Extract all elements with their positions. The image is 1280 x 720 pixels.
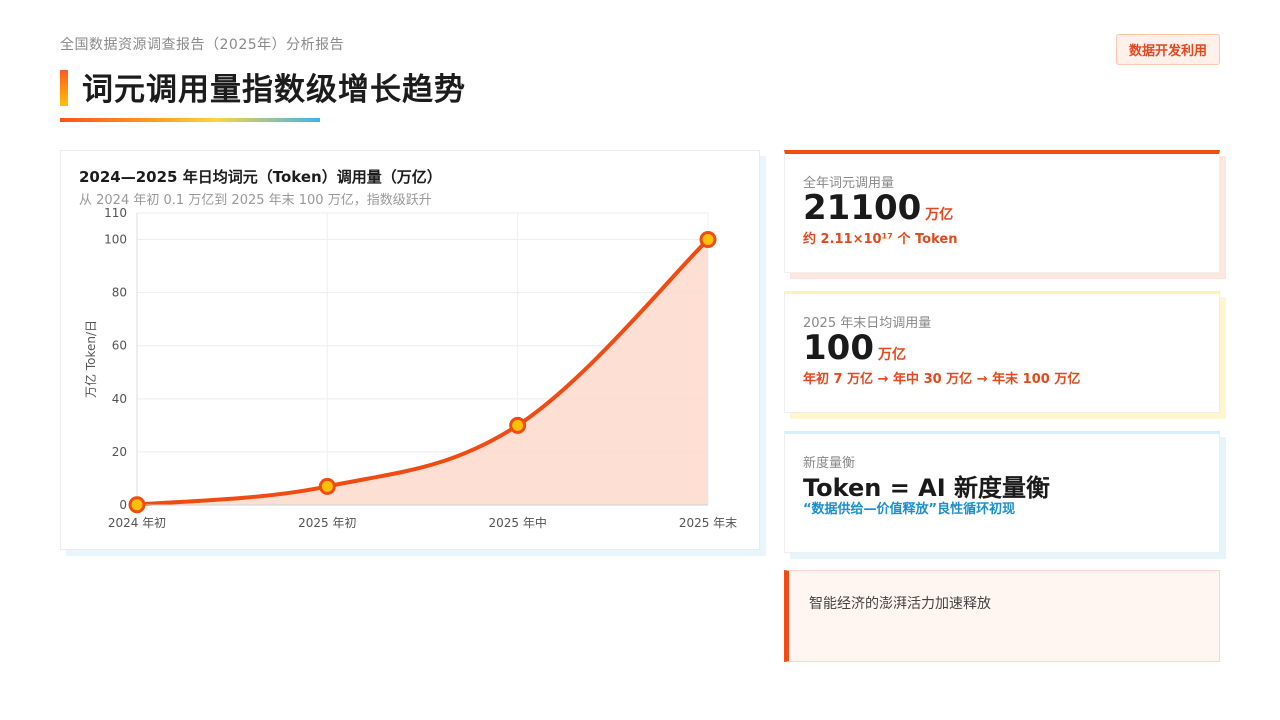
y-tick-label: 110 [104, 206, 127, 220]
y-tick-label: 20 [112, 445, 127, 459]
y-axis-label: 万亿 Token/日 [83, 320, 98, 398]
stat-card-new-measure: 新度量衡 Token = AI 新度量衡 “数据供给—价值释放”良性循环初现 [784, 431, 1220, 553]
x-tick-label: 2025 年中 [488, 515, 546, 530]
y-tick-label: 40 [112, 392, 127, 406]
y-tick-label: 80 [112, 286, 127, 300]
stat-card-daily-end: 2025 年末日均调用量 100 万亿 年初 7 万亿 → 年中 30 万亿 → … [784, 291, 1220, 413]
stat-value: 21100 万亿 [803, 188, 953, 228]
stat-unit: 万亿 [877, 347, 906, 363]
data-point [318, 477, 336, 495]
stat-card-annual-total: 全年词元调用量 21100 万亿 约 2.11×10¹⁷ 个 Token [784, 150, 1220, 273]
stat-note: 约 2.11×10¹⁷ 个 Token [803, 232, 958, 247]
x-tick-label: 2025 年初 [298, 516, 356, 530]
title-underline [60, 118, 320, 122]
stat-value: 100 万亿 [803, 328, 906, 368]
stat-note: “数据供给—价值释放”良性循环初现 [803, 502, 1016, 517]
chart-title: 2024—2025 年日均词元（Token）调用量（万亿） [79, 168, 442, 186]
token-usage-chart: 0 20 40 60 80 100 110 2024 年初 2025 年初 2025 年中 2025… [83, 206, 737, 530]
highlight-text: 智能经济的澎湃活力加速释放 [809, 596, 991, 612]
y-tick-label: 0 [119, 498, 127, 512]
x-tick-label: 2024 年初 [108, 516, 166, 530]
y-tick-label: 100 [104, 233, 127, 247]
stat-note: 年初 7 万亿 → 年中 30 万亿 → 年末 100 万亿 [803, 372, 1081, 387]
chart-subtitle: 从 2024 年初 0.1 万亿到 2025 年末 100 万亿，指数级跃升 [79, 193, 432, 208]
data-point [509, 416, 527, 434]
stat-unit: 万亿 [925, 207, 954, 223]
title-accent-bar [60, 70, 68, 106]
data-point [699, 231, 717, 249]
chart-card: 0 20 40 60 80 100 110 2024 年初 2025 年初 2025 年中 2025… [60, 150, 760, 550]
x-tick-label: 2025 年末 [679, 516, 737, 530]
data-point [128, 496, 146, 514]
page-title: 词元调用量指数级增长趋势 [82, 72, 466, 108]
y-tick-label: 60 [112, 339, 127, 353]
report-breadcrumb: 全国数据资源调查报告（2025年）分析报告 [60, 37, 345, 53]
stat-number: 21100 [803, 188, 922, 228]
highlight-callout: 智能经济的澎湃活力加速释放 [784, 570, 1220, 662]
stat-number: 100 [803, 328, 874, 368]
section-tag: 数据开发利用 [1115, 34, 1220, 65]
